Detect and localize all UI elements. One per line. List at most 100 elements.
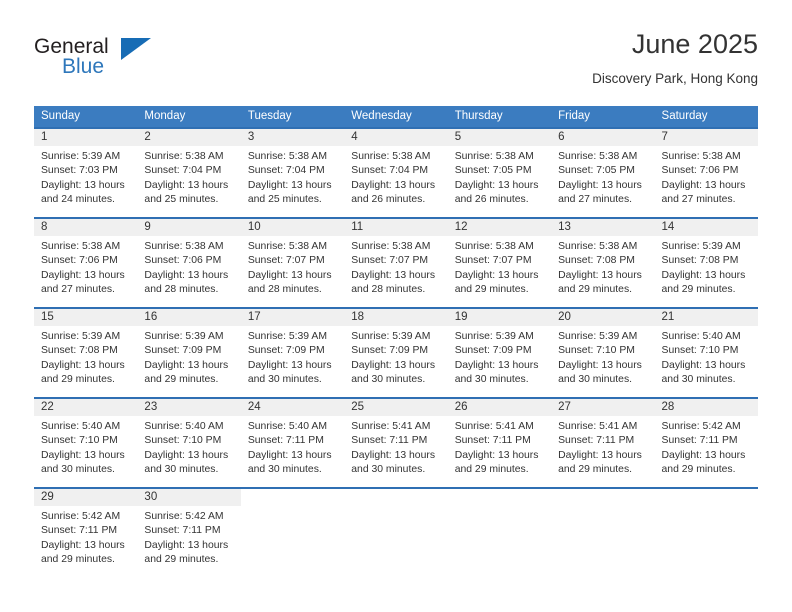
day-number: 30 <box>137 489 241 506</box>
daylight-text-line1: Daylight: 13 hours <box>144 449 229 461</box>
daylight-text-line1: Daylight: 13 hours <box>247 449 332 461</box>
day-details: Sunrise: 5:41 AM Sunset: 7:11 PM Dayligh… <box>344 416 447 478</box>
daylight-text-line1: Daylight: 13 hours <box>558 269 642 281</box>
day-cell[interactable]: 22 Sunrise: 5:40 AM Sunset: 7:10 PM Dayl… <box>34 397 138 488</box>
daylight-text-line1: Daylight: 13 hours <box>351 359 436 371</box>
calendar-week-row: 15 Sunrise: 5:39 AM Sunset: 7:08 PM Dayl… <box>34 307 758 398</box>
day-cell[interactable]: 3 Sunrise: 5:38 AM Sunset: 7:04 PM Dayli… <box>240 127 345 218</box>
day-number <box>448 489 551 506</box>
sunset-text: Sunset: 7:09 PM <box>454 345 532 357</box>
weekday-header-saturday: Saturday <box>654 106 758 128</box>
sunrise-text: Sunrise: 5:38 AM <box>454 241 534 252</box>
day-details: Sunrise: 5:38 AM Sunset: 7:06 PM Dayligh… <box>655 146 758 208</box>
day-cell[interactable]: 14 Sunrise: 5:39 AM Sunset: 7:08 PM Dayl… <box>654 217 758 308</box>
day-cell[interactable]: 25 Sunrise: 5:41 AM Sunset: 7:11 PM Dayl… <box>344 397 448 488</box>
day-cell[interactable]: 29 Sunrise: 5:42 AM Sunset: 7:11 PM Dayl… <box>34 487 138 577</box>
sunrise-text: Sunrise: 5:42 AM <box>41 511 121 522</box>
day-cell[interactable]: 19 Sunrise: 5:39 AM Sunset: 7:09 PM Dayl… <box>447 307 552 398</box>
page-header: General Blue June 2025 Discovery Park, H… <box>34 28 758 96</box>
daylight-text-line1: Daylight: 13 hours <box>351 449 436 461</box>
calendar-page: General Blue June 2025 Discovery Park, H… <box>0 0 792 612</box>
day-cell[interactable]: 1 Sunrise: 5:39 AM Sunset: 7:03 PM Dayli… <box>34 127 138 218</box>
day-cell[interactable]: 13 Sunrise: 5:38 AM Sunset: 7:08 PM Dayl… <box>551 217 655 308</box>
sunset-text: Sunset: 7:10 PM <box>661 345 739 357</box>
day-details: Sunrise: 5:38 AM Sunset: 7:04 PM Dayligh… <box>241 146 344 208</box>
sunrise-text: Sunrise: 5:40 AM <box>144 421 224 432</box>
day-cell[interactable]: 18 Sunrise: 5:39 AM Sunset: 7:09 PM Dayl… <box>344 307 448 398</box>
day-cell[interactable]: 16 Sunrise: 5:39 AM Sunset: 7:09 PM Dayl… <box>137 307 241 398</box>
daylight-text-line2: and 30 minutes. <box>247 464 322 476</box>
page-subtitle: Discovery Park, Hong Kong <box>592 71 758 86</box>
sunrise-text: Sunrise: 5:42 AM <box>144 511 224 522</box>
day-cell[interactable]: 23 Sunrise: 5:40 AM Sunset: 7:10 PM Dayl… <box>137 397 241 488</box>
sunrise-text: Sunrise: 5:38 AM <box>351 151 431 162</box>
day-details: Sunrise: 5:38 AM Sunset: 7:05 PM Dayligh… <box>551 146 654 208</box>
day-cell[interactable]: 26 Sunrise: 5:41 AM Sunset: 7:11 PM Dayl… <box>447 397 552 488</box>
sunrise-text: Sunrise: 5:39 AM <box>41 331 121 342</box>
sunrise-text: Sunrise: 5:38 AM <box>144 241 224 252</box>
daylight-text-line1: Daylight: 13 hours <box>454 269 539 281</box>
sunrise-text: Sunrise: 5:38 AM <box>558 241 638 252</box>
day-cell[interactable]: 27 Sunrise: 5:41 AM Sunset: 7:11 PM Dayl… <box>551 397 655 488</box>
day-cell[interactable]: 10 Sunrise: 5:38 AM Sunset: 7:07 PM Dayl… <box>240 217 345 308</box>
day-details: Sunrise: 5:38 AM Sunset: 7:06 PM Dayligh… <box>137 236 240 298</box>
sunrise-text: Sunrise: 5:39 AM <box>351 331 431 342</box>
day-cell-empty <box>551 487 655 577</box>
day-cell-empty <box>344 487 448 577</box>
day-cell-empty <box>240 487 345 577</box>
sunrise-text: Sunrise: 5:38 AM <box>247 241 327 252</box>
day-cell-empty <box>447 487 552 577</box>
day-cell[interactable]: 24 Sunrise: 5:40 AM Sunset: 7:11 PM Dayl… <box>240 397 345 488</box>
title-block: June 2025 Discovery Park, Hong Kong <box>592 28 758 88</box>
sunrise-text: Sunrise: 5:38 AM <box>661 151 741 162</box>
day-details: Sunrise: 5:42 AM Sunset: 7:11 PM Dayligh… <box>655 416 758 478</box>
day-cell[interactable]: 7 Sunrise: 5:38 AM Sunset: 7:06 PM Dayli… <box>654 127 758 218</box>
daylight-text-line1: Daylight: 13 hours <box>144 179 229 191</box>
sunset-text: Sunset: 7:06 PM <box>144 255 222 267</box>
day-number: 4 <box>344 129 448 146</box>
calendar-week-row: 22 Sunrise: 5:40 AM Sunset: 7:10 PM Dayl… <box>34 397 758 488</box>
day-number: 7 <box>654 129 758 146</box>
page-title: June 2025 <box>631 29 758 59</box>
daylight-text-line2: and 30 minutes. <box>661 374 736 386</box>
day-number: 20 <box>551 309 655 326</box>
day-cell[interactable]: 4 Sunrise: 5:38 AM Sunset: 7:04 PM Dayli… <box>344 127 448 218</box>
day-cell[interactable]: 5 Sunrise: 5:38 AM Sunset: 7:05 PM Dayli… <box>447 127 552 218</box>
day-details: Sunrise: 5:39 AM Sunset: 7:08 PM Dayligh… <box>655 236 758 298</box>
sunset-text: Sunset: 7:10 PM <box>144 435 222 447</box>
day-cell[interactable]: 9 Sunrise: 5:38 AM Sunset: 7:06 PM Dayli… <box>137 217 241 308</box>
weekday-header-wednesday: Wednesday <box>344 106 448 128</box>
day-cell[interactable]: 20 Sunrise: 5:39 AM Sunset: 7:10 PM Dayl… <box>551 307 655 398</box>
day-details: Sunrise: 5:40 AM Sunset: 7:10 PM Dayligh… <box>137 416 240 478</box>
day-cell[interactable]: 21 Sunrise: 5:40 AM Sunset: 7:10 PM Dayl… <box>654 307 758 398</box>
daylight-text-line2: and 28 minutes. <box>144 284 219 296</box>
sunrise-text: Sunrise: 5:39 AM <box>144 331 224 342</box>
daylight-text-line1: Daylight: 13 hours <box>41 359 125 371</box>
day-details: Sunrise: 5:42 AM Sunset: 7:11 PM Dayligh… <box>34 506 137 568</box>
daylight-text-line1: Daylight: 13 hours <box>454 449 539 461</box>
sunset-text: Sunset: 7:05 PM <box>454 165 532 177</box>
daylight-text-line2: and 27 minutes. <box>41 284 115 296</box>
day-number: 14 <box>654 219 758 236</box>
day-number: 12 <box>447 219 552 236</box>
day-cell[interactable]: 15 Sunrise: 5:39 AM Sunset: 7:08 PM Dayl… <box>34 307 138 398</box>
day-number: 25 <box>344 399 448 416</box>
day-cell[interactable]: 6 Sunrise: 5:38 AM Sunset: 7:05 PM Dayli… <box>551 127 655 218</box>
sunrise-text: Sunrise: 5:38 AM <box>247 151 327 162</box>
day-cell[interactable]: 30 Sunrise: 5:42 AM Sunset: 7:11 PM Dayl… <box>137 487 241 577</box>
day-cell[interactable]: 11 Sunrise: 5:38 AM Sunset: 7:07 PM Dayl… <box>344 217 448 308</box>
daylight-text-line1: Daylight: 13 hours <box>247 269 332 281</box>
sunset-text: Sunset: 7:08 PM <box>661 255 739 267</box>
day-cell[interactable]: 2 Sunrise: 5:38 AM Sunset: 7:04 PM Dayli… <box>137 127 241 218</box>
day-details: Sunrise: 5:40 AM Sunset: 7:10 PM Dayligh… <box>655 326 758 388</box>
day-cell[interactable]: 17 Sunrise: 5:39 AM Sunset: 7:09 PM Dayl… <box>240 307 345 398</box>
day-cell[interactable]: 12 Sunrise: 5:38 AM Sunset: 7:07 PM Dayl… <box>447 217 552 308</box>
day-cell[interactable]: 8 Sunrise: 5:38 AM Sunset: 7:06 PM Dayli… <box>34 217 138 308</box>
day-cell[interactable]: 28 Sunrise: 5:42 AM Sunset: 7:11 PM Dayl… <box>654 397 758 488</box>
sunset-text: Sunset: 7:11 PM <box>661 435 738 447</box>
general-blue-logo[interactable]: General Blue <box>34 36 164 84</box>
day-number: 18 <box>344 309 448 326</box>
daylight-text-line1: Daylight: 13 hours <box>454 359 539 371</box>
day-details: Sunrise: 5:39 AM Sunset: 7:10 PM Dayligh… <box>551 326 654 388</box>
sunrise-text: Sunrise: 5:38 AM <box>144 151 224 162</box>
